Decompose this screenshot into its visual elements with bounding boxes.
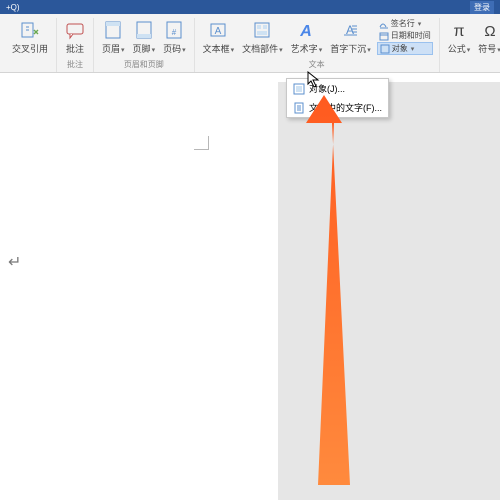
drop-cap-button[interactable]: A 首字下沉▾ bbox=[328, 18, 373, 57]
word-art-icon: A bbox=[296, 20, 316, 40]
signature-line-button[interactable]: 签名行▾ bbox=[377, 18, 433, 29]
comment-icon bbox=[65, 20, 85, 40]
symbol-button[interactable]: Ω 符号▾ bbox=[476, 18, 500, 57]
text-box-icon: A bbox=[208, 20, 228, 40]
svg-text:A: A bbox=[300, 23, 313, 40]
footer-button[interactable]: 页脚▾ bbox=[131, 18, 158, 57]
canvas-background bbox=[278, 82, 500, 500]
svg-text:#: # bbox=[172, 28, 177, 37]
group-label-symbols bbox=[487, 59, 489, 68]
document-area[interactable]: ↵ bbox=[0, 82, 278, 500]
svg-text:A: A bbox=[215, 26, 222, 37]
object-button[interactable]: 对象▾ bbox=[377, 42, 433, 55]
equation-icon: π bbox=[449, 20, 469, 40]
svg-text:Ω: Ω bbox=[484, 23, 495, 40]
date-time-icon bbox=[379, 31, 389, 41]
header-icon bbox=[103, 20, 123, 40]
title-bar: +Q) 登录 bbox=[0, 0, 500, 14]
object-icon bbox=[380, 44, 390, 54]
quick-parts-icon bbox=[252, 20, 272, 40]
object-menu-icon bbox=[293, 83, 305, 95]
ribbon: 交叉引用 批注 批注 页眉▾ bbox=[0, 14, 500, 73]
title-hint: +Q) bbox=[6, 3, 20, 12]
object-dropdown-menu: 对象(J)... 文件中的文字(F)... bbox=[286, 78, 389, 118]
header-button[interactable]: 页眉▾ bbox=[100, 18, 127, 57]
comment-button[interactable]: 批注 bbox=[63, 18, 87, 57]
group-label-header-footer: 页眉和页脚 bbox=[124, 59, 164, 70]
menu-item-object[interactable]: 对象(J)... bbox=[287, 79, 388, 98]
footer-icon bbox=[134, 20, 154, 40]
drop-cap-icon: A bbox=[340, 20, 360, 40]
menu-item-text-from-file[interactable]: 文件中的文字(F)... bbox=[287, 98, 388, 117]
cross-reference-button[interactable]: 交叉引用 bbox=[10, 18, 50, 57]
cross-reference-icon bbox=[20, 20, 40, 40]
equation-button[interactable]: π 公式▾ bbox=[446, 18, 473, 57]
quick-parts-button[interactable]: 文档部件▾ bbox=[240, 18, 285, 57]
svg-text:π: π bbox=[453, 23, 464, 40]
group-label-comments-area bbox=[29, 59, 31, 68]
group-label-comments: 批注 bbox=[67, 59, 83, 70]
signature-icon bbox=[379, 19, 389, 29]
page-number-button[interactable]: # 页码▾ bbox=[161, 18, 188, 57]
group-label-text: 文本 bbox=[309, 59, 325, 70]
file-text-menu-icon bbox=[293, 102, 305, 114]
word-art-button[interactable]: A 艺术字▾ bbox=[289, 18, 325, 57]
paragraph-mark-icon: ↵ bbox=[8, 252, 21, 272]
page-corner-mark bbox=[194, 132, 212, 150]
page-number-icon: # bbox=[164, 20, 184, 40]
workspace: ↵ bbox=[0, 82, 500, 500]
text-box-button[interactable]: A 文本框▾ bbox=[201, 18, 237, 57]
date-time-button[interactable]: 日期和时间 bbox=[377, 30, 433, 41]
symbol-icon: Ω bbox=[480, 20, 500, 40]
login-button[interactable]: 登录 bbox=[470, 1, 494, 14]
